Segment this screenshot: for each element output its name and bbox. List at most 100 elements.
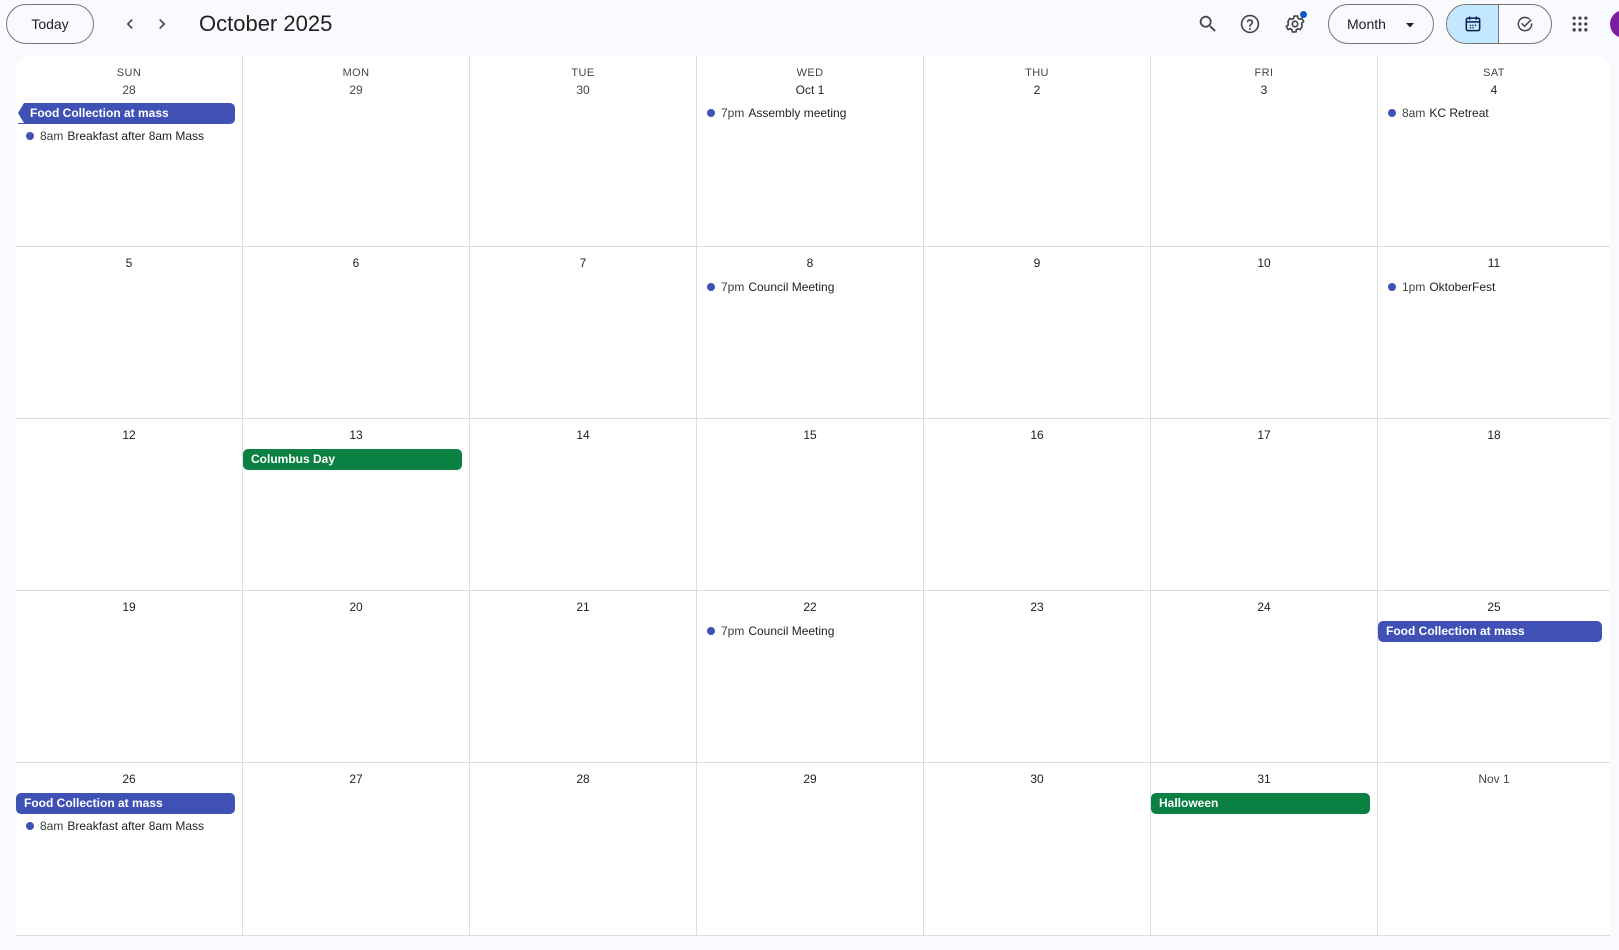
day-number[interactable]: 5 — [16, 256, 242, 270]
all-day-event[interactable]: Food Collection at mass — [16, 793, 235, 814]
day-cell[interactable]: SUN 28 Food Collection at mass 8am Breakfast… — [16, 56, 243, 247]
day-cell[interactable]: 16 — [924, 419, 1151, 591]
event-dot-icon — [707, 283, 715, 291]
day-number[interactable]: 27 — [243, 772, 469, 786]
day-cell[interactable]: 30 — [924, 763, 1151, 936]
day-number[interactable]: 14 — [470, 428, 696, 442]
next-month-button[interactable] — [146, 8, 178, 40]
day-cell[interactable]: 12 — [16, 419, 243, 591]
calendar-view-toggle[interactable] — [1447, 5, 1500, 43]
day-cell[interactable]: 24 — [1151, 591, 1378, 763]
timed-event[interactable]: 1pm OktoberFest — [1378, 277, 1495, 297]
day-number[interactable]: 6 — [243, 256, 469, 270]
day-number[interactable]: 8 — [697, 256, 923, 270]
day-cell[interactable]: 14 — [470, 419, 697, 591]
day-cell[interactable]: 28 — [470, 763, 697, 936]
all-day-event[interactable]: Halloween — [1151, 793, 1370, 814]
day-number[interactable]: 16 — [924, 428, 1150, 442]
day-cell[interactable]: MON 29 — [243, 56, 470, 247]
timed-event[interactable]: 7pm Council Meeting — [697, 277, 834, 297]
day-number[interactable]: 29 — [243, 83, 469, 97]
day-number[interactable]: 19 — [16, 600, 242, 614]
day-cell[interactable]: THU 2 — [924, 56, 1151, 247]
apps-button[interactable] — [1560, 4, 1600, 44]
day-number[interactable]: 25 — [1378, 600, 1610, 614]
today-button[interactable]: Today — [6, 4, 94, 44]
day-number[interactable]: 2 — [924, 83, 1150, 97]
day-number[interactable]: 31 — [1151, 772, 1377, 786]
day-cell[interactable]: 22 7pm Council Meeting — [697, 591, 924, 763]
day-cell[interactable]: 8 7pm Council Meeting — [697, 247, 924, 419]
all-day-event[interactable]: Columbus Day — [243, 449, 462, 470]
day-cell[interactable]: 29 — [697, 763, 924, 936]
day-cell[interactable]: 21 — [470, 591, 697, 763]
avatar[interactable] — [1610, 10, 1619, 38]
day-cell[interactable]: 5 — [16, 247, 243, 419]
day-cell[interactable]: 17 — [1151, 419, 1378, 591]
timed-event[interactable]: 7pm Council Meeting — [697, 621, 834, 641]
all-day-event[interactable]: Food Collection at mass — [1378, 621, 1602, 642]
view-selector-dropdown[interactable]: Month — [1328, 4, 1434, 44]
day-number[interactable]: 15 — [697, 428, 923, 442]
day-cell[interactable]: 10 — [1151, 247, 1378, 419]
day-number[interactable]: 9 — [924, 256, 1150, 270]
event-time: 7pm — [721, 106, 745, 120]
day-cell[interactable]: TUE 30 — [470, 56, 697, 247]
day-cell[interactable]: WED Oct 1 7pm Assembly meeting — [697, 56, 924, 247]
day-number[interactable]: 13 — [243, 428, 469, 442]
day-cell[interactable]: 20 — [243, 591, 470, 763]
day-cell[interactable]: 15 — [697, 419, 924, 591]
day-number[interactable]: Nov 1 — [1378, 772, 1610, 786]
day-number[interactable]: 17 — [1151, 428, 1377, 442]
day-number[interactable]: 7 — [470, 256, 696, 270]
previous-month-button[interactable] — [114, 8, 146, 40]
day-number[interactable]: 30 — [924, 772, 1150, 786]
day-cell[interactable]: 26 Food Collection at mass 8am Breakfast af… — [16, 763, 243, 936]
day-cell[interactable]: 9 — [924, 247, 1151, 419]
day-cell[interactable]: 23 — [924, 591, 1151, 763]
month-grid: SUN 28 Food Collection at mass 8am Breakfast… — [16, 56, 1610, 936]
day-number[interactable]: 30 — [470, 83, 696, 97]
day-cell[interactable]: 7 — [470, 247, 697, 419]
day-cell[interactable]: 19 — [16, 591, 243, 763]
timed-event[interactable]: 7pm Assembly meeting — [697, 103, 846, 123]
day-number[interactable]: 3 — [1151, 83, 1377, 97]
day-cell[interactable]: 31 Halloween — [1151, 763, 1378, 936]
timed-event[interactable]: 8am Breakfast after 8am Mass — [16, 126, 204, 146]
day-number[interactable]: 10 — [1151, 256, 1377, 270]
day-number[interactable]: 24 — [1151, 600, 1377, 614]
timed-event[interactable]: 8am Breakfast after 8am Mass — [16, 816, 204, 836]
event-dot-icon — [707, 109, 715, 117]
day-number[interactable]: 21 — [470, 600, 696, 614]
day-number[interactable]: 26 — [16, 772, 242, 786]
day-number[interactable]: 4 — [1378, 83, 1610, 97]
search-button[interactable] — [1188, 4, 1228, 44]
day-number[interactable]: 29 — [697, 772, 923, 786]
settings-button[interactable] — [1275, 4, 1315, 44]
day-cell[interactable]: 11 1pm OktoberFest — [1378, 247, 1610, 419]
day-number[interactable]: 23 — [924, 600, 1150, 614]
help-button[interactable] — [1230, 4, 1270, 44]
current-month-title: October 2025 — [199, 11, 333, 36]
day-cell[interactable]: 18 — [1378, 419, 1610, 591]
day-cell[interactable]: 25 Food Collection at mass — [1378, 591, 1610, 763]
day-cell[interactable]: 13 Columbus Day — [243, 419, 470, 591]
day-number[interactable]: 28 — [470, 772, 696, 786]
weekday-header: WED — [796, 67, 824, 79]
day-cell[interactable]: SAT 4 8am KC Retreat — [1378, 56, 1610, 247]
day-number[interactable]: 22 — [697, 600, 923, 614]
day-cell[interactable]: Nov 1 — [1378, 763, 1610, 936]
event-time: 1pm — [1402, 280, 1426, 294]
day-cell[interactable]: 27 — [243, 763, 470, 936]
day-number[interactable]: 18 — [1378, 428, 1610, 442]
all-day-event[interactable]: Food Collection at mass — [18, 103, 235, 124]
tasks-view-toggle[interactable] — [1499, 5, 1551, 43]
day-number[interactable]: 28 — [16, 83, 242, 97]
day-cell[interactable]: FRI 3 — [1151, 56, 1378, 247]
day-number[interactable]: 11 — [1378, 256, 1610, 270]
day-number[interactable]: 20 — [243, 600, 469, 614]
day-number[interactable]: 12 — [16, 428, 242, 442]
timed-event[interactable]: 8am KC Retreat — [1378, 103, 1489, 123]
day-number[interactable]: Oct 1 — [697, 83, 923, 97]
day-cell[interactable]: 6 — [243, 247, 470, 419]
